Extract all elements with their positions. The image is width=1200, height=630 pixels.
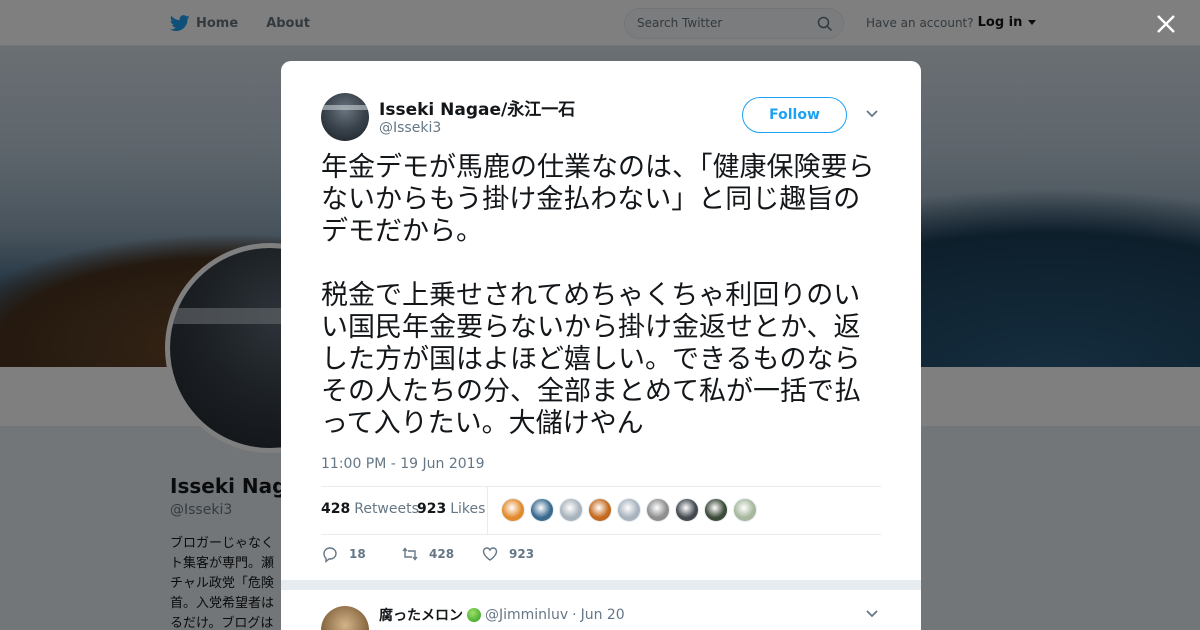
reply-author-avatar[interactable]	[321, 606, 369, 630]
retweet-count: 428	[429, 547, 455, 561]
liker-avatar[interactable]	[704, 498, 728, 522]
liker-avatar[interactable]	[675, 498, 699, 522]
liker-avatar[interactable]	[733, 498, 757, 522]
likes-label: Likes	[450, 501, 486, 517]
chevron-down-icon[interactable]	[865, 109, 879, 119]
like-button[interactable]: 923	[481, 545, 534, 563]
retweet-icon	[402, 547, 418, 561]
heart-icon	[482, 547, 498, 561]
tweet-timestamp[interactable]: 11:00 PM - 19 Jun 2019	[321, 456, 485, 472]
reply-chevron-down-icon[interactable]	[865, 609, 879, 619]
reply-button[interactable]: 18	[321, 545, 366, 563]
liker-avatar[interactable]	[588, 498, 612, 522]
close-icon[interactable]	[1154, 12, 1178, 36]
author-handle[interactable]: @Isseki3	[379, 120, 441, 136]
reply-count: 18	[349, 547, 366, 561]
reply-icon	[323, 547, 337, 563]
likes-count: 923	[417, 501, 447, 517]
liker-avatar[interactable]	[501, 498, 525, 522]
like-count: 923	[509, 547, 535, 561]
retweets-count: 428	[321, 501, 351, 517]
author-avatar[interactable]	[321, 93, 369, 141]
liker-avatars	[501, 498, 757, 522]
tweet-modal: Isseki Nagae/永江一石 @Isseki3 Follow 年金デモが馬…	[281, 61, 921, 630]
reply-dot-separator: ·	[572, 607, 577, 623]
likes-stat[interactable]: 923 Likes	[417, 501, 485, 517]
tweet-text: 年金デモが馬鹿の仕業なのは、「健康保険要らないからもう掛け金払わない」と同じ趣旨…	[321, 152, 875, 439]
reply-header: 腐ったメロン @Jimminluv · Jun 20	[379, 605, 625, 625]
liker-avatar[interactable]	[646, 498, 670, 522]
liker-avatar[interactable]	[530, 498, 554, 522]
thread-divider	[281, 580, 921, 590]
author-name[interactable]: Isseki Nagae/永江一石	[379, 95, 575, 120]
liker-avatar[interactable]	[559, 498, 583, 522]
follow-button[interactable]: Follow	[742, 97, 847, 133]
tweet-stats: 428 Retweets 923 Likes	[321, 486, 881, 535]
stats-divider	[487, 487, 488, 535]
reply-author-handle[interactable]: @Jimminluv	[485, 607, 568, 623]
reply-date[interactable]: Jun 20	[581, 607, 625, 623]
melon-emoji-icon	[467, 608, 481, 622]
retweets-stat[interactable]: 428 Retweets	[321, 501, 419, 517]
retweet-button[interactable]: 428	[401, 545, 454, 563]
liker-avatar[interactable]	[617, 498, 641, 522]
retweets-label: Retweets	[354, 501, 419, 517]
reply-author-name[interactable]: 腐ったメロン	[379, 605, 463, 625]
